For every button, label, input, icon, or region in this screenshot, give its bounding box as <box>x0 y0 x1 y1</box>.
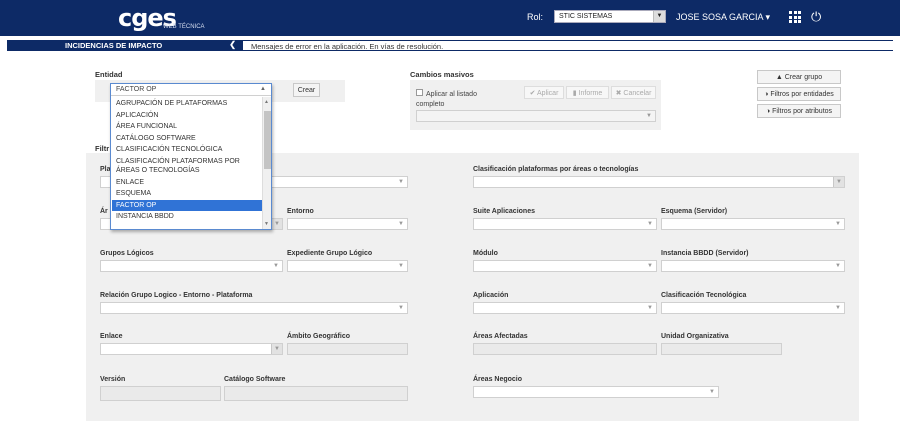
catalogo-label: Catálogo Software <box>224 376 286 383</box>
entidad-selected-value: FACTOR OP <box>116 86 157 93</box>
modulo-label: Módulo <box>473 250 498 257</box>
chevron-down-icon: ▼ <box>647 263 653 269</box>
chevron-down-icon: ▼ <box>398 305 404 311</box>
entidad-selected[interactable]: FACTOR OP ▲ <box>111 84 271 96</box>
filtros-entidades-button[interactable]: ◑ Filtros por entidades <box>757 87 841 101</box>
entidad-option[interactable]: ENLACE <box>112 177 262 189</box>
unidad-input[interactable] <box>661 343 782 355</box>
chevron-down-icon: ▼ <box>647 221 653 227</box>
entidad-option-selected[interactable]: FACTOR OP <box>112 199 262 211</box>
areas-afectadas-label: Áreas Afectadas <box>473 333 528 340</box>
entidad-option[interactable]: CLASIFICACIÓN TECNOLÓGICA <box>112 144 262 156</box>
clasif-plataformas-select[interactable]: ▼ <box>473 176 845 188</box>
esquema-select[interactable]: ▼ <box>661 218 845 230</box>
suite-select[interactable]: ▼ <box>473 218 657 230</box>
entidad-dropdown[interactable]: FACTOR OP ▲ AGRUPACIÓN DE PLATAFORMAS AP… <box>110 83 272 230</box>
clasif-tecnologica-select[interactable]: ▼ <box>661 302 845 314</box>
instancia-select[interactable]: ▼ <box>661 260 845 272</box>
cambios-title: Cambios masivos <box>410 70 474 79</box>
page-title-bar: INCIDENCIAS DE IMPACTO ❮ <box>7 40 243 51</box>
grupos-label: Grupos Lógicos <box>100 250 154 257</box>
relacion-select[interactable]: ▼ <box>100 302 408 314</box>
chevron-down-icon: ▼ <box>646 113 652 119</box>
enlace-label: Enlace <box>100 333 123 340</box>
entidad-option[interactable]: APLICACIÓN <box>112 110 262 122</box>
filtros-atributos-button[interactable]: ◑ Filtros por atributos <box>757 104 841 118</box>
version-label: Versión <box>100 376 126 383</box>
chevron-down-icon[interactable]: ▼ <box>653 11 665 22</box>
cambios-select[interactable]: ▼ <box>416 110 656 122</box>
chevron-down-icon: ▼ <box>835 305 841 311</box>
instancia-label: Instancia BBDD (Servidor) <box>661 250 749 257</box>
relacion-label: Relación Grupo Logico - Entorno - Plataf… <box>100 292 253 299</box>
aplicar-listado-label: Aplicar al listado completo <box>416 91 477 108</box>
scrollbar-thumb[interactable] <box>264 111 271 169</box>
aplicar-button[interactable]: ✔ Aplicar <box>524 86 564 99</box>
entidad-title: Entidad <box>95 70 123 79</box>
areas-afectadas-input[interactable] <box>473 343 657 355</box>
clasif-tecnologica-label: Clasificación Tecnológica <box>661 292 747 299</box>
esquema-label: Esquema (Servidor) <box>661 208 728 215</box>
clasif-plataformas-label: Clasificación plataformas por áreas o te… <box>473 166 639 173</box>
user-menu[interactable]: JOSE SOSA GARCIA ▾ <box>676 12 770 23</box>
page-description: Mensajes de error en la aplicación. En v… <box>243 40 893 51</box>
areas-negocio-label: Áreas Negocio <box>473 376 523 383</box>
chevron-up-icon: ▲ <box>260 86 266 92</box>
crear-button[interactable]: Crear <box>293 83 320 97</box>
entorno-select[interactable]: ▼ <box>287 218 408 230</box>
unidad-label: Unidad Organizativa <box>661 333 729 340</box>
aplicacion-label: Aplicación <box>473 292 509 299</box>
enlace-select[interactable]: ▼ <box>100 343 283 355</box>
ambito-label: Ámbito Geográfico <box>287 333 351 340</box>
logo-subtitle: WEB TÉCNICA <box>163 24 205 30</box>
entidad-option[interactable]: ESQUEMA <box>112 188 262 200</box>
filtros-title: Filtr <box>95 144 110 153</box>
entidad-option[interactable]: CATÁLOGO SOFTWARE <box>112 133 262 145</box>
page-title: INCIDENCIAS DE IMPACTO <box>65 41 163 50</box>
scroll-up-icon[interactable]: ▲ <box>264 99 269 105</box>
crear-grupo-button[interactable]: ▲ Crear grupo <box>757 70 841 84</box>
rol-select[interactable]: STIC SISTEMAS ▼ <box>554 10 666 23</box>
chevron-down-icon: ▼ <box>398 179 404 185</box>
informe-button[interactable]: ▮ Informe <box>566 86 609 99</box>
ambito-input[interactable] <box>287 343 408 355</box>
area-label: Ár <box>100 208 108 215</box>
top-bar: cges WEB TÉCNICA Rol: STIC SISTEMAS ▼ JO… <box>0 0 900 36</box>
areas-negocio-select[interactable]: ▼ <box>473 386 719 398</box>
catalogo-input[interactable] <box>224 386 408 401</box>
apps-grid-icon[interactable] <box>789 11 801 23</box>
expediente-select[interactable]: ▼ <box>287 260 408 272</box>
entidad-options: AGRUPACIÓN DE PLATAFORMAS APLICACIÓN ÁRE… <box>112 98 262 223</box>
version-input[interactable] <box>100 386 221 401</box>
cancelar-button[interactable]: ✖ Cancelar <box>611 86 656 99</box>
chevron-down-icon: ▼ <box>709 389 715 395</box>
plataforma-label: Pla <box>100 166 111 173</box>
entorno-label: Entorno <box>287 208 314 215</box>
rol-label: Rol: <box>527 12 544 22</box>
suite-label: Suite Aplicaciones <box>473 208 535 215</box>
chevron-down-icon: ▼ <box>647 305 653 311</box>
collapse-chevron-icon[interactable]: ❮ <box>229 40 236 49</box>
chevron-down-icon: ▼ <box>271 344 282 354</box>
power-icon[interactable]: ⏻ <box>811 9 821 25</box>
chevron-down-icon: ▼ <box>833 177 844 187</box>
expediente-label: Expediente Grupo Lógico <box>287 250 373 257</box>
chevron-down-icon: ▼ <box>271 219 282 229</box>
chevron-down-icon: ▼ <box>398 263 404 269</box>
chevron-down-icon: ▼ <box>273 263 279 269</box>
scroll-down-icon[interactable]: ▼ <box>264 221 269 227</box>
chevron-down-icon: ▼ <box>835 221 841 227</box>
entidad-option[interactable]: AGRUPACIÓN DE PLATAFORMAS <box>112 98 262 110</box>
entidad-option[interactable]: CLASIFICACIÓN PLATAFORMAS POR ÁREAS O TE… <box>112 156 262 177</box>
entidad-option[interactable]: INSTANCIA BBDD <box>112 211 262 223</box>
dropdown-scrollbar[interactable]: ▲ ▼ <box>262 97 271 229</box>
entidad-option[interactable]: ÁREA FUNCIONAL <box>112 121 262 133</box>
grupos-select[interactable]: ▼ <box>100 260 283 272</box>
chevron-down-icon: ▼ <box>835 263 841 269</box>
chevron-down-icon: ▼ <box>398 221 404 227</box>
modulo-select[interactable]: ▼ <box>473 260 657 272</box>
rol-value: STIC SISTEMAS <box>559 13 613 20</box>
aplicacion-select[interactable]: ▼ <box>473 302 657 314</box>
